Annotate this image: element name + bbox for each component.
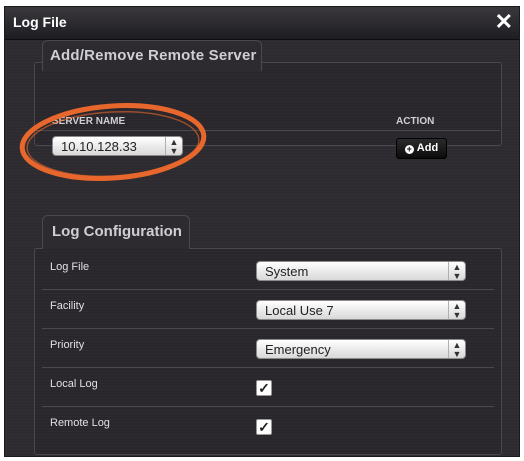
add-button[interactable]: + Add	[396, 138, 447, 159]
local-log-checkbox[interactable]: ✓	[256, 380, 272, 396]
close-icon[interactable]: ✕	[495, 9, 513, 35]
row-local-log: Local Log ✓	[34, 368, 500, 407]
title-bar: Log File ✕	[5, 7, 519, 40]
updown-arrows-icon: ▲ ▼	[165, 137, 182, 156]
updown-arrows-icon: ▲ ▼	[448, 262, 465, 281]
row-facility: Facility Local Use 7 ▲ ▼	[34, 290, 500, 329]
facility-value: Local Use 7	[265, 303, 334, 318]
checkmark-icon: ✓	[258, 419, 270, 435]
updown-arrows-icon: ▲ ▼	[448, 340, 465, 359]
priority-label: Priority	[50, 339, 85, 351]
facility-label: Facility	[50, 300, 85, 312]
log-config-tab-label: Log Configuration	[52, 223, 182, 240]
priority-select[interactable]: Emergency ▲ ▼	[256, 339, 466, 359]
remote-log-label: Remote Log	[50, 417, 110, 429]
remote-server-panel	[34, 62, 502, 146]
remote-server-tab-label: Add/Remove Remote Server	[50, 47, 257, 64]
dialog-title: Log File	[13, 14, 67, 30]
row-log-file: Log File System ▲ ▼	[34, 251, 500, 290]
row-remote-log: Remote Log ✓	[34, 407, 500, 446]
row-priority: Priority Emergency ▲ ▼	[34, 329, 500, 368]
facility-select[interactable]: Local Use 7 ▲ ▼	[256, 300, 466, 320]
priority-value: Emergency	[265, 342, 331, 357]
action-header: ACTION	[396, 116, 435, 127]
remote-log-checkbox[interactable]: ✓	[256, 419, 272, 435]
log-file-value: System	[265, 264, 309, 279]
log-file-select[interactable]: System ▲ ▼	[256, 261, 466, 281]
local-log-label: Local Log	[50, 378, 98, 390]
checkmark-icon: ✓	[258, 380, 270, 396]
server-name-header: SERVER NAME	[52, 116, 126, 127]
add-button-label: Add	[416, 142, 439, 154]
updown-arrows-icon: ▲ ▼	[448, 301, 465, 320]
plus-circle-icon: +	[404, 144, 414, 154]
header-divider	[34, 130, 500, 131]
server-name-value: 10.10.128.33	[61, 139, 137, 154]
log-file-label: Log File	[50, 261, 90, 273]
server-name-input[interactable]: 10.10.128.33 ▲ ▼	[52, 136, 183, 156]
